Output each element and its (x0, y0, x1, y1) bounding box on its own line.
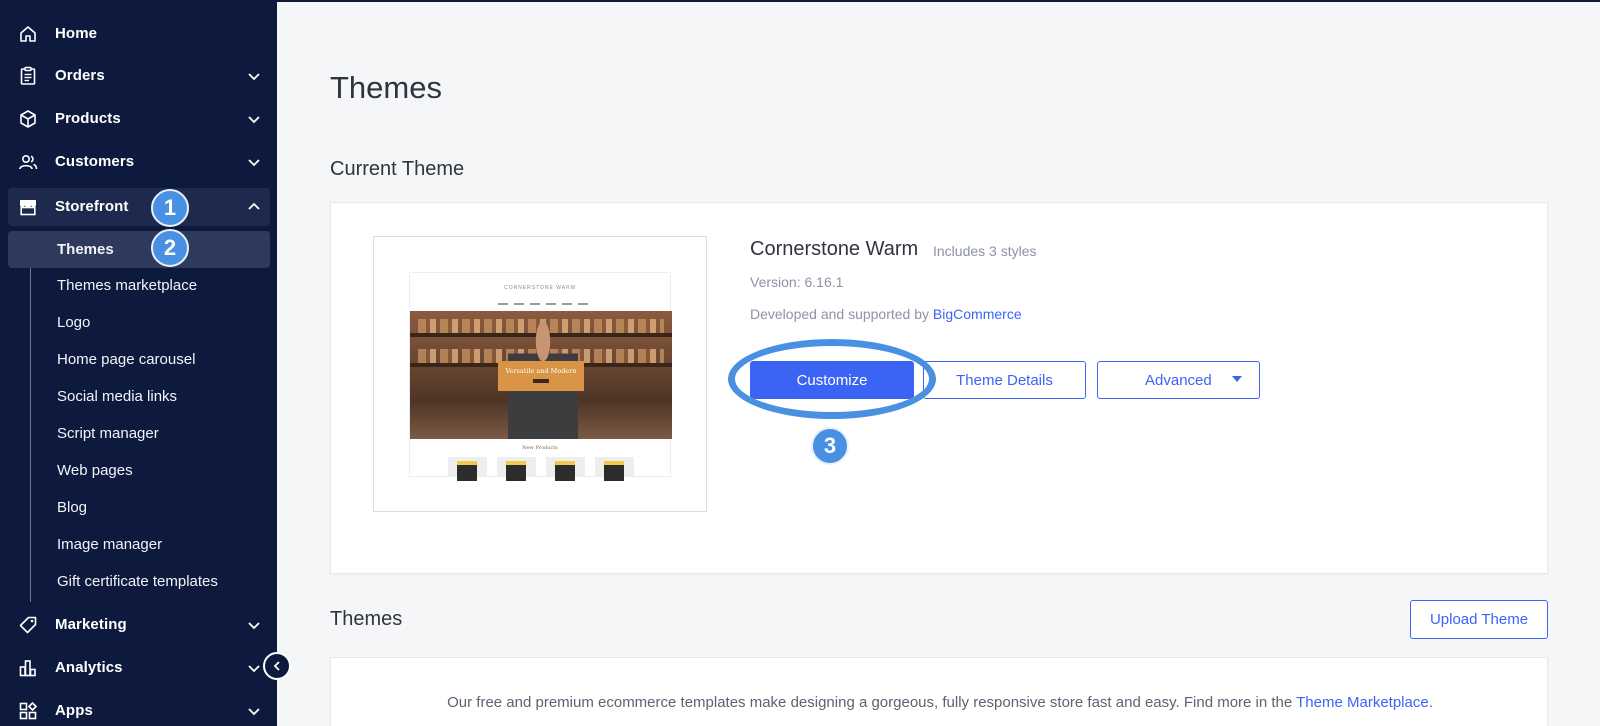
sidebar-subitem-home-page-carousel[interactable]: Home page carousel (57, 346, 195, 374)
preview-product (546, 457, 585, 481)
preview-banner-button (533, 379, 549, 383)
sidebar-subitem-blog[interactable]: Blog (57, 494, 87, 522)
preview-hero-image: Versatile and Modern (410, 311, 672, 439)
sidebar: Home Orders Products Customers Storefron… (0, 0, 277, 726)
preview-product (497, 457, 536, 481)
preview-product (595, 457, 634, 481)
sidebar-item-orders[interactable]: Orders (8, 57, 270, 95)
sidebar-subitem-themes-marketplace[interactable]: Themes marketplace (57, 272, 197, 300)
preview-menu (498, 303, 588, 305)
sidebar-item-analytics[interactable]: Analytics (8, 649, 270, 687)
themes-description-suffix: . (1428, 694, 1433, 711)
sidebar-subitem-logo[interactable]: Logo (57, 309, 90, 337)
themes-card (330, 657, 1548, 726)
themes-heading: Themes (330, 608, 403, 630)
sidebar-item-products[interactable]: Products (8, 100, 270, 138)
orders-icon (18, 66, 38, 86)
preview-logo: CORNERSTONE WARM (504, 285, 576, 291)
sidebar-subitem-script-manager[interactable]: Script manager (57, 420, 159, 448)
developer-prefix: Developed and supported by (750, 306, 933, 322)
theme-marketplace-link[interactable]: Theme Marketplace (1296, 694, 1429, 711)
sidebar-subitem-social-media-links[interactable]: Social media links (57, 383, 177, 411)
chevron-up-icon (246, 199, 262, 215)
collapse-sidebar-button[interactable] (263, 652, 291, 680)
customers-icon (18, 152, 38, 172)
preview-new-products: New Products (522, 445, 558, 451)
step-badge-2: 2 (151, 229, 189, 267)
theme-preview-thumbnail[interactable]: CORNERSTONE WARM Versatile and Modern Ne… (373, 236, 707, 512)
upload-theme-button[interactable]: Upload Theme (1410, 600, 1548, 639)
sidebar-subitem-image-manager[interactable]: Image manager (57, 531, 162, 559)
sidebar-item-label: Home (55, 25, 98, 42)
sidebar-item-label: Products (55, 110, 121, 127)
preview-products (448, 457, 634, 481)
sidebar-item-label: Apps (55, 702, 93, 719)
analytics-icon (18, 658, 38, 678)
themes-description: Our free and premium ecommerce templates… (330, 694, 1550, 711)
theme-details-button[interactable]: Theme Details (923, 361, 1086, 399)
sidebar-item-label: Orders (55, 67, 105, 84)
theme-name: Cornerstone Warm (750, 238, 919, 260)
customize-button[interactable]: Customize (750, 361, 914, 399)
storefront-icon (18, 197, 38, 217)
theme-styles-count: Includes 3 styles (933, 243, 1037, 259)
developer-link[interactable]: BigCommerce (933, 306, 1022, 322)
submenu-rail (30, 232, 31, 602)
sidebar-item-home[interactable]: Home (8, 15, 270, 53)
themes-description-text: Our free and premium ecommerce templates… (447, 694, 1297, 711)
preview-banner: Versatile and Modern (498, 361, 584, 391)
preview-product (448, 457, 487, 481)
current-theme-heading: Current Theme (330, 158, 465, 180)
chevron-left-icon (273, 661, 280, 671)
sidebar-item-label: Analytics (55, 659, 123, 676)
theme-version: Version: 6.16.1 (750, 274, 844, 290)
sidebar-item-marketing[interactable]: Marketing (8, 606, 270, 644)
page-title: Themes (330, 70, 442, 105)
step-badge-1: 1 (151, 189, 189, 227)
chevron-down-icon (246, 660, 262, 676)
preview-banner-text: Versatile and Modern (505, 367, 577, 375)
chevron-down-icon (246, 617, 262, 633)
home-icon (18, 24, 38, 44)
sidebar-subitem-web-pages[interactable]: Web pages (57, 457, 133, 485)
chevron-down-icon (246, 111, 262, 127)
top-border (277, 0, 1600, 2)
sidebar-subitem-gift-certificate-templates[interactable]: Gift certificate templates (57, 568, 218, 596)
sidebar-item-label: Storefront (55, 198, 129, 215)
preview-frame: CORNERSTONE WARM Versatile and Modern Ne… (409, 272, 672, 481)
apps-icon (18, 701, 38, 721)
step-badge-3: 3 (811, 427, 849, 465)
sidebar-item-customers[interactable]: Customers (8, 143, 270, 181)
sidebar-subitem-themes[interactable]: Themes (57, 236, 114, 264)
chevron-down-icon (246, 703, 262, 719)
caret-down-icon (1232, 376, 1242, 382)
chevron-down-icon (246, 154, 262, 170)
sidebar-item-storefront[interactable]: Storefront (8, 188, 270, 226)
products-icon (18, 109, 38, 129)
chevron-down-icon (246, 68, 262, 84)
sidebar-item-apps[interactable]: Apps (8, 692, 270, 726)
theme-developer-line: Developed and supported by BigCommerce (750, 306, 1022, 322)
marketing-icon (18, 615, 38, 635)
sidebar-item-label: Marketing (55, 616, 127, 633)
sidebar-item-label: Customers (55, 153, 135, 170)
submenu-active-highlight (8, 231, 270, 268)
